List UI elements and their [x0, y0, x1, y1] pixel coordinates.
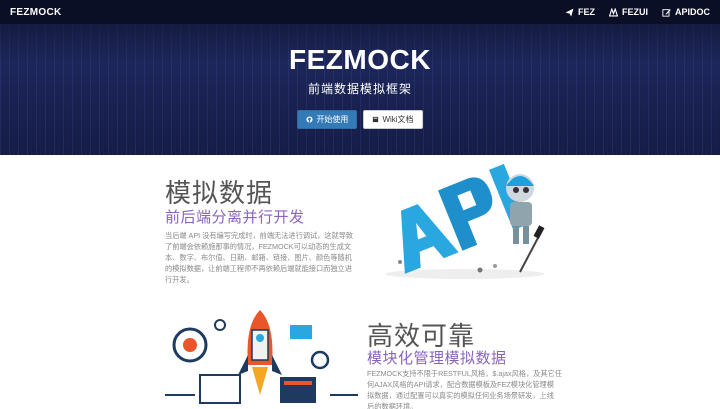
nav-link-label: FEZUI — [621, 7, 648, 17]
api-robot-illustration — [385, 163, 545, 279]
feature2-line: 后的数据环境。 — [367, 402, 418, 409]
feature1-line: 当后端 API 没有编写完成时，前端无法进行调试，这就导致 — [165, 231, 354, 240]
hero-content: FEZMOCK 前端数据模拟框架 开始使用 Wiki文档 — [0, 44, 720, 129]
nav-link-label: APIDOC — [674, 7, 710, 17]
feature2-line: 拟数据，通过配置可以真实的模拟任何业务场景研发，上线 — [367, 391, 554, 400]
feature2-line: 何AJAX风格的API请求，配合数据模板及FEZ模块化管理模 — [367, 380, 554, 389]
wiki-docs-label: Wiki文档 — [382, 115, 414, 124]
nav-link-apidoc[interactable]: APIDOC — [662, 7, 710, 17]
hero-buttons: 开始使用 Wiki文档 — [0, 110, 720, 129]
feature1-line: 的模拟数据，让前端工程师不再依赖后端就能接口而独立进 — [165, 264, 352, 273]
edit-icon — [662, 8, 671, 17]
hero-title: FEZMOCK — [289, 44, 431, 75]
feature2-description: FEZMOCK支持不限于RESTFUL风格，$.ajax风格，及其它任 何AJA… — [367, 368, 562, 409]
feature1-subtitle: 前后端分离并行开发 — [165, 209, 305, 226]
feature2-subtitle: 模块化管理模拟数据 — [367, 350, 507, 367]
feature1-line: 行开发。 — [165, 275, 194, 284]
top-navbar: FEZMOCK FEZ FEZUI APIDOC — [0, 0, 720, 24]
github-icon — [306, 116, 313, 123]
feature2-line: FEZMOCK支持不限于RESTFUL风格，$.ajax风格，及其它任 — [367, 369, 562, 378]
feature1-description: 当后端 API 没有编写完成时，前端无法进行调试，这就导致 了前端会依赖施那事的… — [165, 230, 360, 285]
nav-links: FEZ FEZUI APIDOC — [565, 7, 710, 17]
wiki-docs-button[interactable]: Wiki文档 — [363, 110, 423, 129]
brand-logo[interactable]: FEZMOCK — [10, 7, 62, 18]
nav-link-label: FEZ — [577, 7, 595, 17]
rocket-illustration — [165, 310, 358, 404]
get-started-label: 开始使用 — [316, 115, 349, 124]
send-icon — [565, 8, 574, 16]
feature1-line: 本、数字、布尔值、日期、邮箱、链接、图片、颜色等随机 — [165, 253, 352, 262]
hero-subtitle: 前端数据模拟框架 — [307, 82, 412, 96]
book-icon — [373, 116, 379, 123]
nav-link-fez[interactable]: FEZ — [565, 7, 595, 17]
feature1-title: 模拟数据 — [165, 178, 274, 208]
fez-ui-icon — [608, 7, 618, 16]
nav-link-fezui[interactable]: FEZUI — [608, 7, 648, 17]
get-started-button[interactable]: 开始使用 — [297, 110, 358, 129]
feature1-line: 了前端会依赖施那事的情况，FEZMOCK可以动态的生成文 — [165, 242, 352, 251]
